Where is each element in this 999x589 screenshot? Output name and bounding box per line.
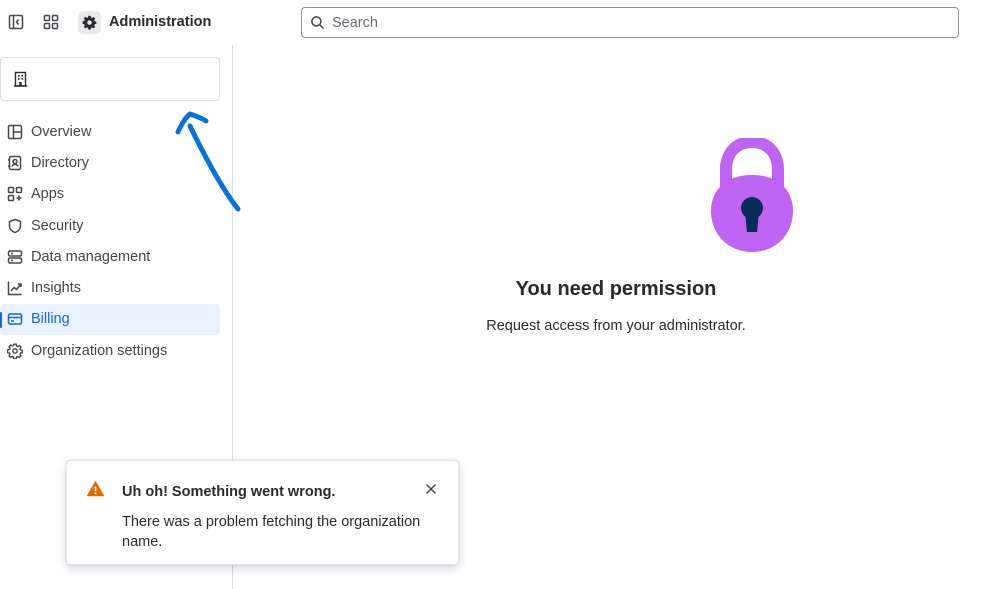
- organization-switcher[interactable]: [0, 57, 220, 101]
- product-name: Administration: [109, 14, 212, 30]
- overview-icon: [7, 124, 23, 140]
- search-input[interactable]: [332, 8, 958, 37]
- sidebar-item-billing[interactable]: Billing: [0, 303, 220, 336]
- sidebar-item-insights[interactable]: Insights: [0, 272, 220, 303]
- padlock-icon: [711, 138, 793, 252]
- building-icon: [13, 71, 28, 87]
- product-home-link[interactable]: Administration: [78, 10, 211, 34]
- flag-message: There was a problem fetching the organiz…: [122, 514, 421, 550]
- credit-card-icon: [7, 311, 23, 327]
- app-window: Administration Search Overview Directory…: [0, 0, 999, 589]
- sidebar-item-label: Billing: [31, 311, 70, 328]
- close-icon[interactable]: [423, 481, 439, 497]
- sidebar-toggle-icon[interactable]: [4, 10, 28, 34]
- top-navigation: Administration: [0, 0, 999, 45]
- chart-line-icon: [7, 280, 23, 296]
- sidebar-item-label: Apps: [31, 186, 65, 203]
- app-switcher-icon[interactable]: [39, 10, 63, 34]
- search-box[interactable]: [301, 7, 959, 38]
- error-flag: Uh oh! Something went wrong. There was a…: [66, 460, 459, 565]
- sidebar-item-label: Insights: [31, 280, 81, 297]
- sidebar-item-label: Directory: [31, 154, 90, 171]
- gear-icon: [78, 10, 101, 34]
- directory-icon: [7, 155, 23, 171]
- sidebar-item-label: Overview: [31, 123, 92, 140]
- sidebar-item-data-management[interactable]: Data management: [0, 241, 220, 272]
- warning-icon: [87, 481, 104, 502]
- shield-icon: [7, 218, 23, 234]
- sidebar-item-label: Security: [31, 217, 84, 234]
- permission-title: You need permission: [515, 278, 717, 300]
- search-icon: [310, 15, 325, 30]
- database-icon: [7, 249, 23, 265]
- gear-icon: [7, 343, 23, 359]
- sidebar-item-label: Organization settings: [31, 342, 168, 359]
- flag-title: Uh oh! Something went wrong.: [122, 484, 336, 500]
- sidebar-item-label: Data management: [31, 248, 151, 265]
- apps-icon: [7, 186, 23, 202]
- permission-subtitle: Request access from your administrator.: [486, 318, 746, 334]
- sidebar-item-organization-settings[interactable]: Organization settings: [0, 335, 220, 366]
